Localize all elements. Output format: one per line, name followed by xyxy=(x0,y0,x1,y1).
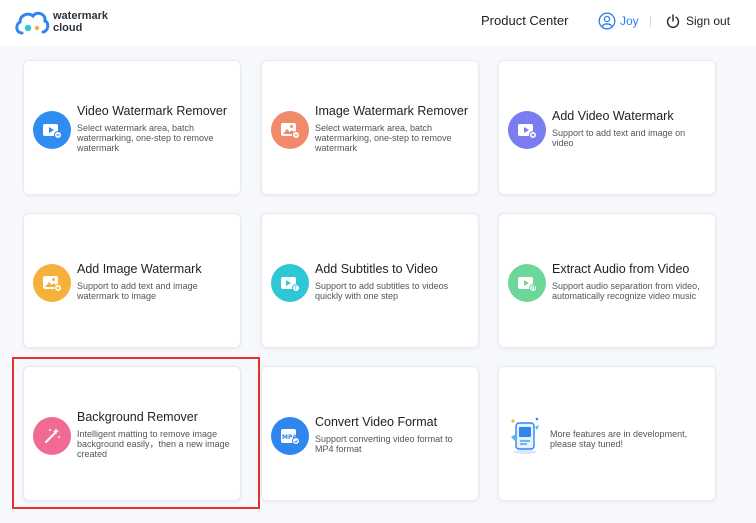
card-extract-audio-from-video[interactable]: Extract Audio from Video Support audio s… xyxy=(498,213,716,348)
card-title: Extract Audio from Video xyxy=(552,262,690,276)
user-icon xyxy=(598,12,616,30)
card-add-video-watermark[interactable]: Add Video Watermark Support to add text … xyxy=(498,60,716,195)
sign-out-button[interactable]: Sign out xyxy=(666,12,730,30)
card-description: Support to add text and image watermark … xyxy=(77,281,198,301)
power-icon xyxy=(666,14,680,28)
card-title: Add Video Watermark xyxy=(552,109,674,123)
card-title: Add Subtitles to Video xyxy=(315,262,438,276)
card-description: Select watermark area, batch watermarkin… xyxy=(315,123,452,153)
video-add-icon xyxy=(508,111,546,149)
card-description: Support audio separation from video, aut… xyxy=(552,281,700,301)
card-description: More features are in development, please… xyxy=(550,429,688,449)
video-icon xyxy=(33,111,71,149)
image-icon xyxy=(271,111,309,149)
subtitle-icon: T xyxy=(271,264,309,302)
card-video-watermark-remover[interactable]: Video Watermark Remover Select watermark… xyxy=(23,60,241,195)
card-description: Support to add subtitles to videos quick… xyxy=(315,281,449,301)
product-center-link[interactable]: Product Center xyxy=(481,13,568,28)
cloud-logo-icon xyxy=(15,11,50,35)
nav-divider xyxy=(650,16,651,27)
card-title: Add Image Watermark xyxy=(77,262,202,276)
card-description: Support to add text and image on video xyxy=(552,128,686,148)
image-add-icon xyxy=(33,264,71,302)
card-title: Convert Video Format xyxy=(315,415,438,429)
user-menu[interactable]: Joy xyxy=(598,12,639,30)
user-name: Joy xyxy=(620,14,639,28)
logo-line1: watermark xyxy=(53,10,109,22)
card-title: Image Watermark Remover xyxy=(315,104,469,118)
card-add-image-watermark[interactable]: Add Image Watermark Support to add text … xyxy=(23,213,241,348)
selection-highlight xyxy=(12,357,260,509)
logo[interactable]: watermark cloud xyxy=(14,7,114,39)
logo-line2: cloud xyxy=(53,22,83,34)
card-more-features: More features are in development, please… xyxy=(498,366,716,501)
audio-icon xyxy=(508,264,546,302)
mp4-icon: MP4 xyxy=(271,417,309,455)
card-convert-video-format[interactable]: MP4 Convert Video Format Support convert… xyxy=(261,366,479,501)
top-header: watermark cloud Product Center Joy Sign … xyxy=(0,0,756,46)
sign-out-label: Sign out xyxy=(686,14,731,28)
logo-text: watermark cloud xyxy=(53,10,108,34)
card-description: Support converting video format to MP4 f… xyxy=(315,434,453,454)
card-title: Video Watermark Remover xyxy=(77,104,228,118)
card-description: Select watermark area, batch watermarkin… xyxy=(77,123,214,153)
development-illustration-icon xyxy=(507,415,543,455)
card-add-subtitles-to-video[interactable]: T Add Subtitles to Video Support to add … xyxy=(261,213,479,348)
card-image-watermark-remover[interactable]: Image Watermark Remover Select watermark… xyxy=(261,60,479,195)
